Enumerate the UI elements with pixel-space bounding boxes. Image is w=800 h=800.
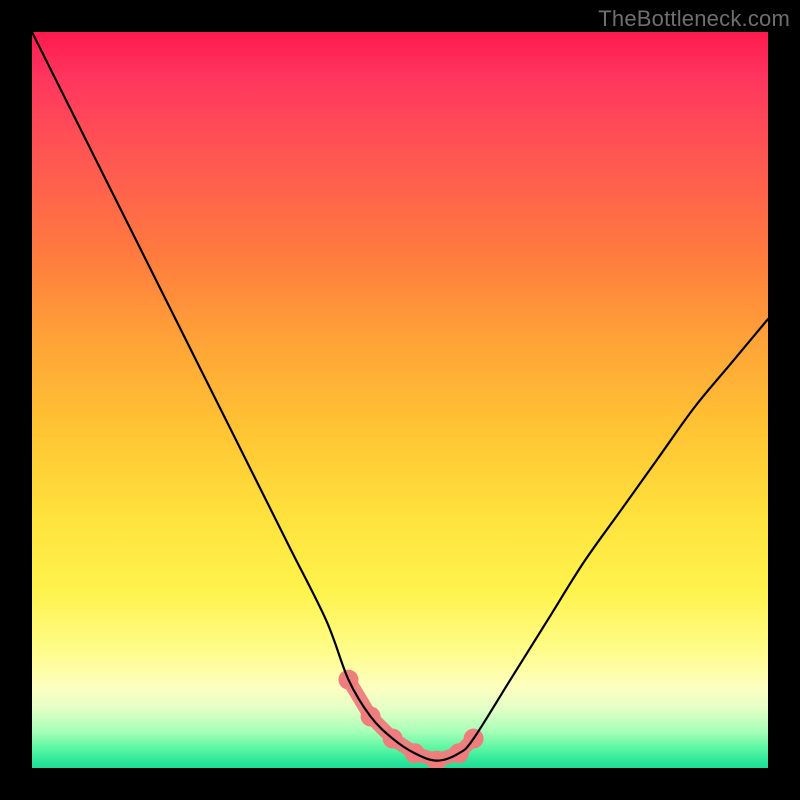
watermark-text: TheBottleneck.com [598, 6, 790, 32]
chart-frame: TheBottleneck.com [0, 0, 800, 800]
curve-line [32, 32, 768, 761]
plot-area [32, 32, 768, 768]
curve-marker-region [338, 670, 483, 768]
bottleneck-curve [32, 32, 768, 768]
